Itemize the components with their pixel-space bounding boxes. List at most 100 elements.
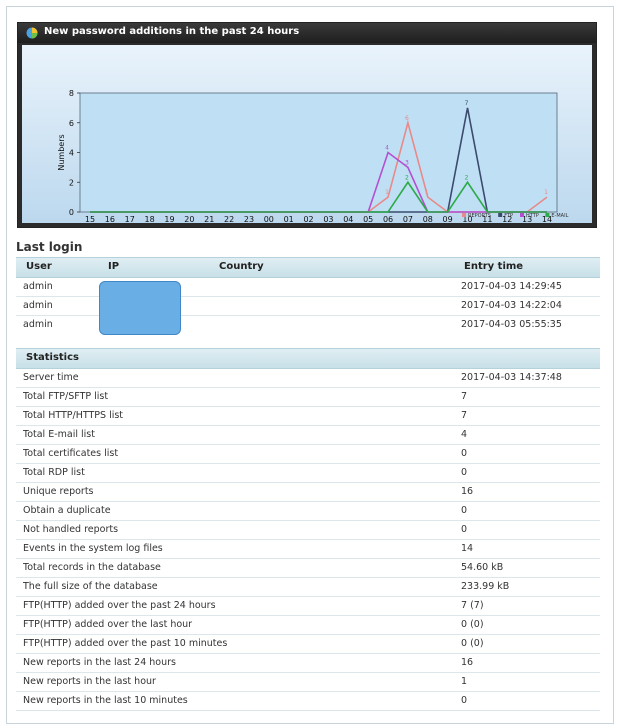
stat-label: Total E-mail list: [23, 429, 95, 440]
y-tick-label: 6: [69, 119, 74, 128]
statistics-table: Statistics Server time 2017-04-03 14:37:4…: [16, 348, 600, 711]
x-tick-label: 02: [303, 215, 313, 223]
stat-label: The full size of the database: [23, 581, 158, 592]
x-tick-label: 05: [363, 215, 373, 223]
table-row: FTP(HTTP) added over the past 10 minutes…: [16, 635, 600, 654]
stat-label: Events in the system log files: [23, 543, 163, 554]
chart-body: 0 2 4 6 8 15 16 17 18 19 20 21 22 23 00 01 02 03 04 05 06 07 0…: [22, 45, 592, 223]
table-row: Not handled reports 0: [16, 521, 600, 540]
data-label: 2: [405, 174, 409, 181]
data-label: 2: [465, 174, 469, 181]
x-tick-label: 08: [423, 215, 433, 223]
stat-label: Total certificates list: [23, 448, 119, 459]
login-entry-time: 2017-04-03 14:29:45: [461, 281, 562, 292]
stat-value: 0: [461, 695, 468, 706]
stat-value: 1: [461, 676, 468, 687]
data-label: 4: [385, 145, 389, 152]
redacted-ip-block: [99, 281, 181, 335]
y-tick-label: 8: [69, 89, 74, 98]
plot-area: [79, 92, 558, 213]
x-tick-label: 04: [343, 215, 353, 223]
stat-value: 54.60 kB: [461, 562, 504, 573]
column-header-user: User: [26, 261, 52, 272]
stat-value: 7: [461, 410, 468, 421]
statistics-rows: Server time 2017-04-03 14:37:48 Total FTP/…: [16, 369, 600, 711]
column-header-ip: IP: [108, 261, 120, 272]
legend-label: FTP: [504, 213, 513, 219]
x-tick-label: 09: [443, 215, 453, 223]
stat-value: 0: [461, 505, 468, 516]
legend-label: REPORTS: [468, 213, 491, 219]
line-chart: 0246815 16 17 18 19 20 21 22 23 00 01 02 03 04 05 06 07 0…: [57, 89, 569, 223]
x-tick-label: 07: [403, 215, 413, 223]
y-tick-label: 2: [69, 178, 74, 187]
x-tick-label: 18: [145, 215, 155, 223]
login-entry-time: 2017-04-03 14:22:04: [461, 300, 562, 311]
login-user: admin: [23, 300, 53, 311]
statistics-title: Statistics: [26, 352, 79, 363]
stat-label: Total RDP list: [23, 467, 85, 478]
stat-value: 14: [461, 543, 474, 554]
stat-value: 0: [461, 448, 468, 459]
table-row: Server time 2017-04-03 14:37:48: [16, 369, 600, 388]
stat-label: New reports in the last 10 minutes: [23, 695, 188, 706]
table-row: Total records in the database 54.60 kB: [16, 559, 600, 578]
x-tick-label: 00: [264, 215, 274, 223]
x-tick-label: 23: [244, 215, 254, 223]
stat-value: 233.99 kB: [461, 581, 510, 592]
legend-label: HTTP: [526, 213, 539, 219]
table-row: Total RDP list 0: [16, 464, 600, 483]
column-header-country: Country: [219, 261, 264, 272]
x-tick-label: 03: [323, 215, 333, 223]
stat-value: 16: [461, 486, 474, 497]
stat-label: Total HTTP/HTTPS list: [23, 410, 124, 421]
table-row: FTP(HTTP) added over the last hour 0 (0): [16, 616, 600, 635]
stat-label: FTP(HTTP) added over the past 10 minutes: [23, 638, 228, 649]
stat-value: 4: [461, 429, 468, 440]
login-entry-time: 2017-04-03 05:55:35: [461, 319, 562, 330]
table-row: New reports in the last 24 hours 16: [16, 654, 600, 673]
table-row: Events in the system log files 14: [16, 540, 600, 559]
stat-label: New reports in the last 24 hours: [23, 657, 176, 668]
table-row: New reports in the last 10 minutes 0: [16, 692, 600, 711]
data-label: 1: [385, 189, 389, 196]
data-label: 1: [544, 189, 548, 196]
data-label: 6: [405, 115, 409, 122]
legend-swatch: [462, 213, 466, 217]
login-user: admin: [23, 319, 53, 330]
legend-swatch: [545, 213, 550, 217]
stat-label: Not handled reports: [23, 524, 119, 535]
stat-label: FTP(HTTP) added over the last hour: [23, 619, 193, 630]
stat-value: 0 (0): [461, 619, 484, 630]
last-login-header: User IP Country Entry time: [16, 257, 600, 278]
stat-value: 0 (0): [461, 638, 484, 649]
x-tick-label: 20: [184, 215, 194, 223]
table-row: Obtain a duplicate 0: [16, 502, 600, 521]
chart-title: New password additions in the past 24 ho…: [44, 26, 300, 37]
x-tick-label: 21: [204, 215, 214, 223]
stat-label: Unique reports: [23, 486, 94, 497]
stat-label: New reports in the last hour: [23, 676, 156, 687]
y-tick-label: 4: [69, 149, 74, 158]
table-row: FTP(HTTP) added over the past 24 hours 7 …: [16, 597, 600, 616]
legend-swatch: [520, 213, 524, 217]
table-row: Unique reports 16: [16, 483, 600, 502]
legend-label: E-MAIL: [551, 213, 568, 219]
data-label: 7: [465, 100, 469, 107]
stat-label: Server time: [23, 372, 79, 383]
stat-label: Total FTP/SFTP list: [23, 391, 109, 402]
stat-label: FTP(HTTP) added over the past 24 hours: [23, 600, 216, 611]
table-row: Total HTTP/HTTPS list 7: [16, 407, 600, 426]
column-header-entry-time: Entry time: [464, 261, 524, 272]
stat-value: 16: [461, 657, 474, 668]
data-label: 1: [425, 189, 429, 196]
x-tick-label: 17: [125, 215, 135, 223]
x-tick-label: 16: [105, 215, 115, 223]
x-tick-label: 19: [164, 215, 174, 223]
chart-widget: New password additions in the past 24 ho…: [17, 22, 597, 228]
stat-value: 7: [461, 391, 468, 402]
x-tick-label: 15: [85, 215, 95, 223]
table-row: Total E-mail list 4: [16, 426, 600, 445]
table-row: New reports in the last hour 1: [16, 673, 600, 692]
statistics-header: Statistics: [16, 348, 600, 369]
